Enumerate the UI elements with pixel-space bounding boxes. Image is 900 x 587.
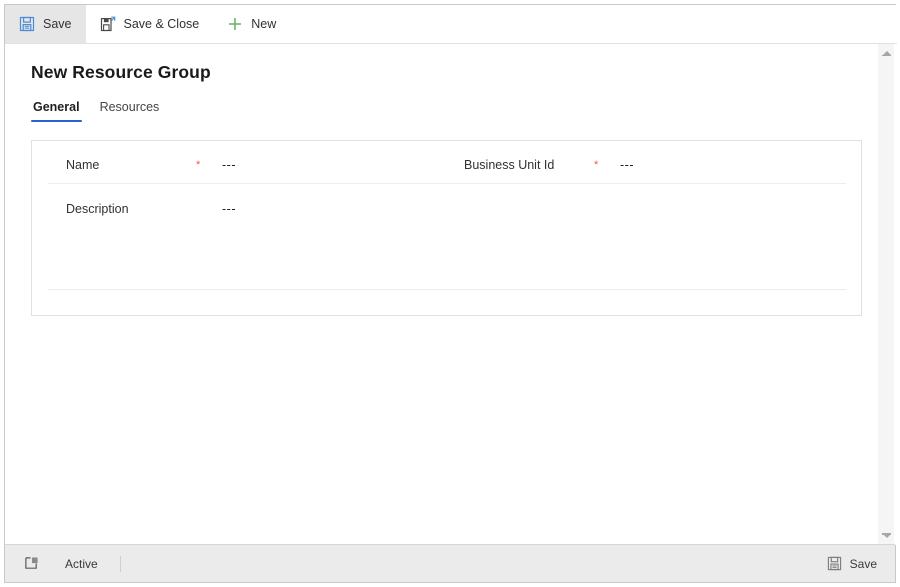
- save-button-label: Save: [43, 17, 72, 31]
- save-disk-icon: [827, 556, 843, 572]
- scroll-up-arrow-icon[interactable]: [878, 46, 895, 63]
- field-row-divider-2: [48, 289, 846, 290]
- plus-icon: [227, 16, 243, 32]
- save-and-close-button-label: Save & Close: [123, 17, 200, 31]
- field-business-unit-id[interactable]: Business Unit Id * ---: [464, 147, 634, 183]
- field-row-divider-1: [48, 183, 846, 184]
- scroll-down-arrow-icon[interactable]: [878, 526, 895, 543]
- vertical-scrollbar[interactable]: [877, 44, 894, 545]
- tab-resources[interactable]: Resources: [98, 100, 162, 122]
- save-button[interactable]: Save: [5, 5, 86, 43]
- save-disk-icon: [19, 16, 35, 32]
- field-description-label: Description: [66, 202, 129, 216]
- field-name[interactable]: Name * ---: [66, 147, 236, 183]
- tab-strip: General Resources: [31, 100, 161, 122]
- page-body: New Resource Group General Resources Nam…: [5, 44, 897, 545]
- field-business-unit-id-value[interactable]: ---: [620, 158, 634, 172]
- status-save-button[interactable]: Save: [827, 556, 877, 572]
- field-business-unit-id-required-marker: *: [594, 158, 599, 171]
- field-description-value[interactable]: ---: [222, 202, 236, 216]
- form-card: Name * --- Business Unit Id * --- Descri…: [31, 140, 862, 316]
- command-bar: Save Save & Close New: [5, 5, 897, 44]
- window-frame: Save Save & Close New New Resource Group…: [4, 4, 897, 583]
- new-button[interactable]: New: [213, 5, 290, 43]
- tab-resources-label: Resources: [99, 100, 160, 114]
- field-name-required-marker: *: [196, 158, 201, 171]
- new-button-label: New: [251, 17, 277, 31]
- status-state-label: Active: [65, 556, 98, 571]
- status-bar-left: Active: [5, 545, 121, 582]
- field-name-value[interactable]: ---: [222, 158, 236, 172]
- page-title: New Resource Group: [31, 62, 211, 82]
- tab-general[interactable]: General: [31, 100, 82, 122]
- tab-general-label: General: [33, 100, 80, 114]
- field-business-unit-id-label: Business Unit Id: [464, 158, 555, 172]
- open-in-new-window-icon[interactable]: [23, 556, 39, 572]
- save-and-close-button[interactable]: Save & Close: [86, 5, 214, 43]
- status-bar: Active Save: [5, 544, 895, 582]
- save-and-close-icon: [100, 16, 116, 32]
- application-window: Save Save & Close New New Resource Group…: [0, 0, 900, 587]
- status-save-label: Save: [849, 556, 877, 571]
- field-name-label: Name: [66, 158, 100, 172]
- status-separator: [119, 555, 121, 572]
- field-description[interactable]: Description ---: [66, 191, 236, 227]
